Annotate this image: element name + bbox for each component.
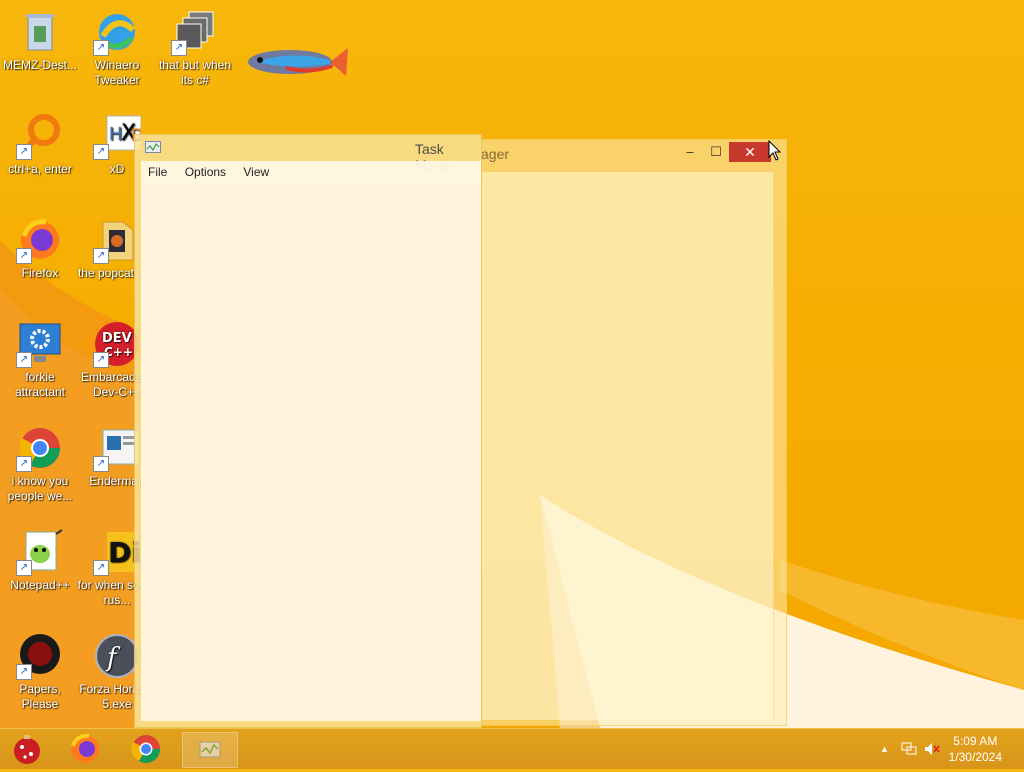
shortcut-arrow-icon: ↗ xyxy=(16,456,32,472)
desktop-icon-papers-please[interactable]: ↗ Papers, Please xyxy=(0,632,80,712)
papers-please-icon: ↗ xyxy=(16,632,64,680)
network-icon[interactable] xyxy=(901,742,917,756)
desktop-icon-memz[interactable]: MEMZ-Dest... xyxy=(0,8,80,73)
shortcut-arrow-icon: ↗ xyxy=(93,40,109,56)
clock-time: 5:09 AM xyxy=(953,734,998,748)
firefox-icon xyxy=(71,733,99,763)
window-title: ager xyxy=(481,146,510,162)
desktop-icon-csharp[interactable]: ↗ that but when its c# xyxy=(155,8,235,88)
task-manager-icon xyxy=(145,141,161,153)
desktop-icon-label: Winaero Tweaker xyxy=(94,58,140,87)
taskbar-chrome-button[interactable] xyxy=(122,732,170,766)
notepadpp-icon: ↗ xyxy=(16,528,64,576)
taskbar-memz-button[interactable] xyxy=(3,732,51,766)
task-manager-icon xyxy=(199,741,221,758)
desktop-icon-label: MEMZ-Dest... xyxy=(3,58,77,72)
mouse-cursor-icon xyxy=(768,140,782,161)
minimize-button[interactable]: – xyxy=(677,142,703,162)
chrome-icon xyxy=(131,735,160,763)
show-hidden-icons-button[interactable]: ▲ xyxy=(880,744,889,754)
desktop-icon-ctrl-a[interactable]: ↗ ctrl+a, enter xyxy=(0,112,80,177)
winaero-icon: ↗ xyxy=(93,8,141,56)
shortcut-arrow-icon: ↗ xyxy=(16,560,32,576)
shortcut-arrow-icon: ↗ xyxy=(16,248,32,264)
desktop-icon-label: Papers, Please xyxy=(19,682,61,711)
desktop-icon-winaero[interactable]: ↗ Winaero Tweaker xyxy=(77,8,157,88)
menu-view[interactable]: View xyxy=(236,161,276,180)
window-content xyxy=(141,183,481,721)
shortcut-arrow-icon: ↗ xyxy=(93,456,109,472)
desktop-icon-label: Notepad++ xyxy=(10,578,70,592)
shortcut-arrow-icon: ↗ xyxy=(16,144,32,160)
menu-options[interactable]: Options xyxy=(178,161,233,180)
shortcut-arrow-icon: ↗ xyxy=(93,144,109,160)
taskbar: ▲ 5:09 AM 1/30/2024 xyxy=(0,728,1024,769)
clock-date: 1/30/2024 xyxy=(948,750,1002,764)
desktop-icon-label: i know you people we... xyxy=(7,474,73,503)
system-tray: ▲ 5:09 AM 1/30/2024 xyxy=(864,729,1024,769)
window-title-bar: ager – ☐ ✕ xyxy=(481,140,786,172)
shortcut-arrow-icon: ↗ xyxy=(16,352,32,368)
volume-muted-icon[interactable] xyxy=(924,742,940,756)
desktop-icon-label: Firefox xyxy=(21,266,59,280)
desktop-icon-label: forkie attractant xyxy=(14,370,66,399)
taskbar-firefox-button[interactable] xyxy=(61,732,109,766)
window-content xyxy=(481,172,774,720)
taskbar-task-manager-button[interactable] xyxy=(182,732,238,768)
firefox-icon: ↗ xyxy=(16,216,64,264)
shortcut-arrow-icon: ↗ xyxy=(171,40,187,56)
fish-image xyxy=(248,48,348,76)
maximize-button[interactable]: ☐ xyxy=(703,142,729,162)
magnifier-ring-icon: ↗ xyxy=(16,112,64,160)
ornament-icon xyxy=(14,735,40,764)
desktop-icon-forkie[interactable]: ↗ forkie attractant xyxy=(0,320,80,400)
desktop-icon-chrome[interactable]: ↗ i know you people we... xyxy=(0,424,80,504)
chrome-icon: ↗ xyxy=(16,424,64,472)
desktop-icon-notepadpp[interactable]: ↗ Notepad++ xyxy=(0,528,80,593)
shortcut-arrow-icon: ↗ xyxy=(93,352,109,368)
recycle-bin-icon xyxy=(16,8,64,56)
task-manager-window[interactable]: Task Mana File Options View xyxy=(134,134,482,728)
shortcut-arrow-icon: ↗ xyxy=(93,248,109,264)
desktop-icon-firefox[interactable]: ↗ Firefox xyxy=(0,216,80,281)
desktop-icon-label: that but when its c# xyxy=(158,58,232,87)
menu-bar: File Options View xyxy=(141,161,481,183)
shortcut-arrow-icon: ↗ xyxy=(93,560,109,576)
settings-monitor-icon: ↗ xyxy=(16,320,64,368)
desktop-icon-label: ctrl+a, enter xyxy=(8,162,72,176)
menu-file[interactable]: File xyxy=(141,161,174,180)
clock[interactable]: 5:09 AM 1/30/2024 xyxy=(949,733,1002,765)
close-button[interactable]: ✕ xyxy=(729,142,771,162)
svg-text:DEV: DEV xyxy=(102,331,132,346)
stacked-windows-icon: ↗ xyxy=(171,8,219,56)
task-manager-window-ghost: ager – ☐ ✕ xyxy=(480,139,787,726)
shortcut-arrow-icon: ↗ xyxy=(16,664,32,680)
